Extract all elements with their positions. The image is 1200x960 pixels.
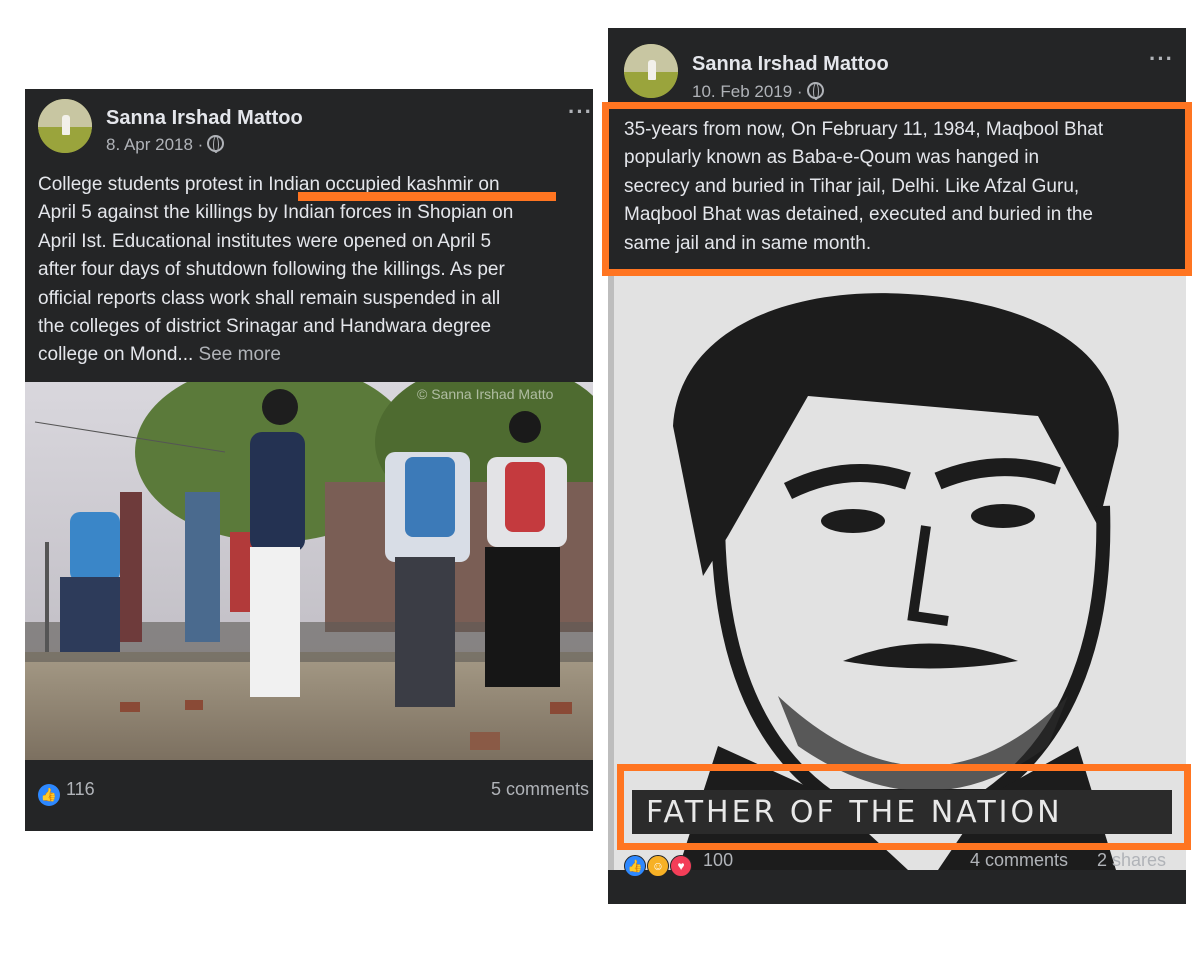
text-line: after four days of shutdown following th… (38, 259, 505, 281)
protest-photo (25, 382, 593, 760)
globe-icon (806, 82, 824, 100)
post-date[interactable]: 8. Apr 2018 · (106, 135, 225, 155)
text-line: college on Mond... (38, 344, 194, 366)
reactions-summary[interactable]: 👍 116 (38, 779, 95, 806)
post-photo[interactable]: © Sanna Irshad Matto (25, 382, 593, 760)
like-reaction-icon: 👍 (624, 855, 646, 877)
comments-link[interactable]: 5 comments (491, 779, 589, 800)
highlight-box-caption (617, 764, 1191, 850)
text-line: official reports class work shall remain… (38, 287, 501, 309)
photo-watermark: © Sanna Irshad Matto (417, 386, 554, 402)
reactions-summary[interactable]: 👍 ☺ ♥ 100 (624, 850, 733, 877)
highlight-underline (298, 192, 556, 201)
see-more-link[interactable]: See more (199, 344, 281, 365)
more-options-icon[interactable]: ··· (568, 99, 593, 125)
comments-link[interactable]: 4 comments (970, 850, 1068, 871)
more-options-icon[interactable]: ··· (1149, 46, 1174, 72)
globe-icon (207, 135, 225, 153)
text-line: April 5 against the killings by Indian f… (38, 202, 514, 224)
care-reaction-icon: ☺ (647, 855, 670, 877)
text-line: the colleges of district Srinagar and Ha… (38, 316, 492, 338)
author-name[interactable]: Sanna Irshad Mattoo (106, 107, 303, 130)
text-line: April Ist. Educational institutes were o… (38, 230, 492, 252)
author-avatar[interactable] (38, 99, 92, 153)
post-date[interactable]: 10. Feb 2019 · (692, 82, 824, 102)
love-reaction-icon: ♥ (670, 855, 693, 877)
like-reaction-icon: 👍 (38, 784, 60, 806)
author-name[interactable]: Sanna Irshad Mattoo (692, 53, 889, 76)
shares-link[interactable]: 2 shares (1097, 850, 1166, 871)
author-avatar[interactable] (624, 44, 678, 98)
highlight-box-text (602, 102, 1192, 276)
